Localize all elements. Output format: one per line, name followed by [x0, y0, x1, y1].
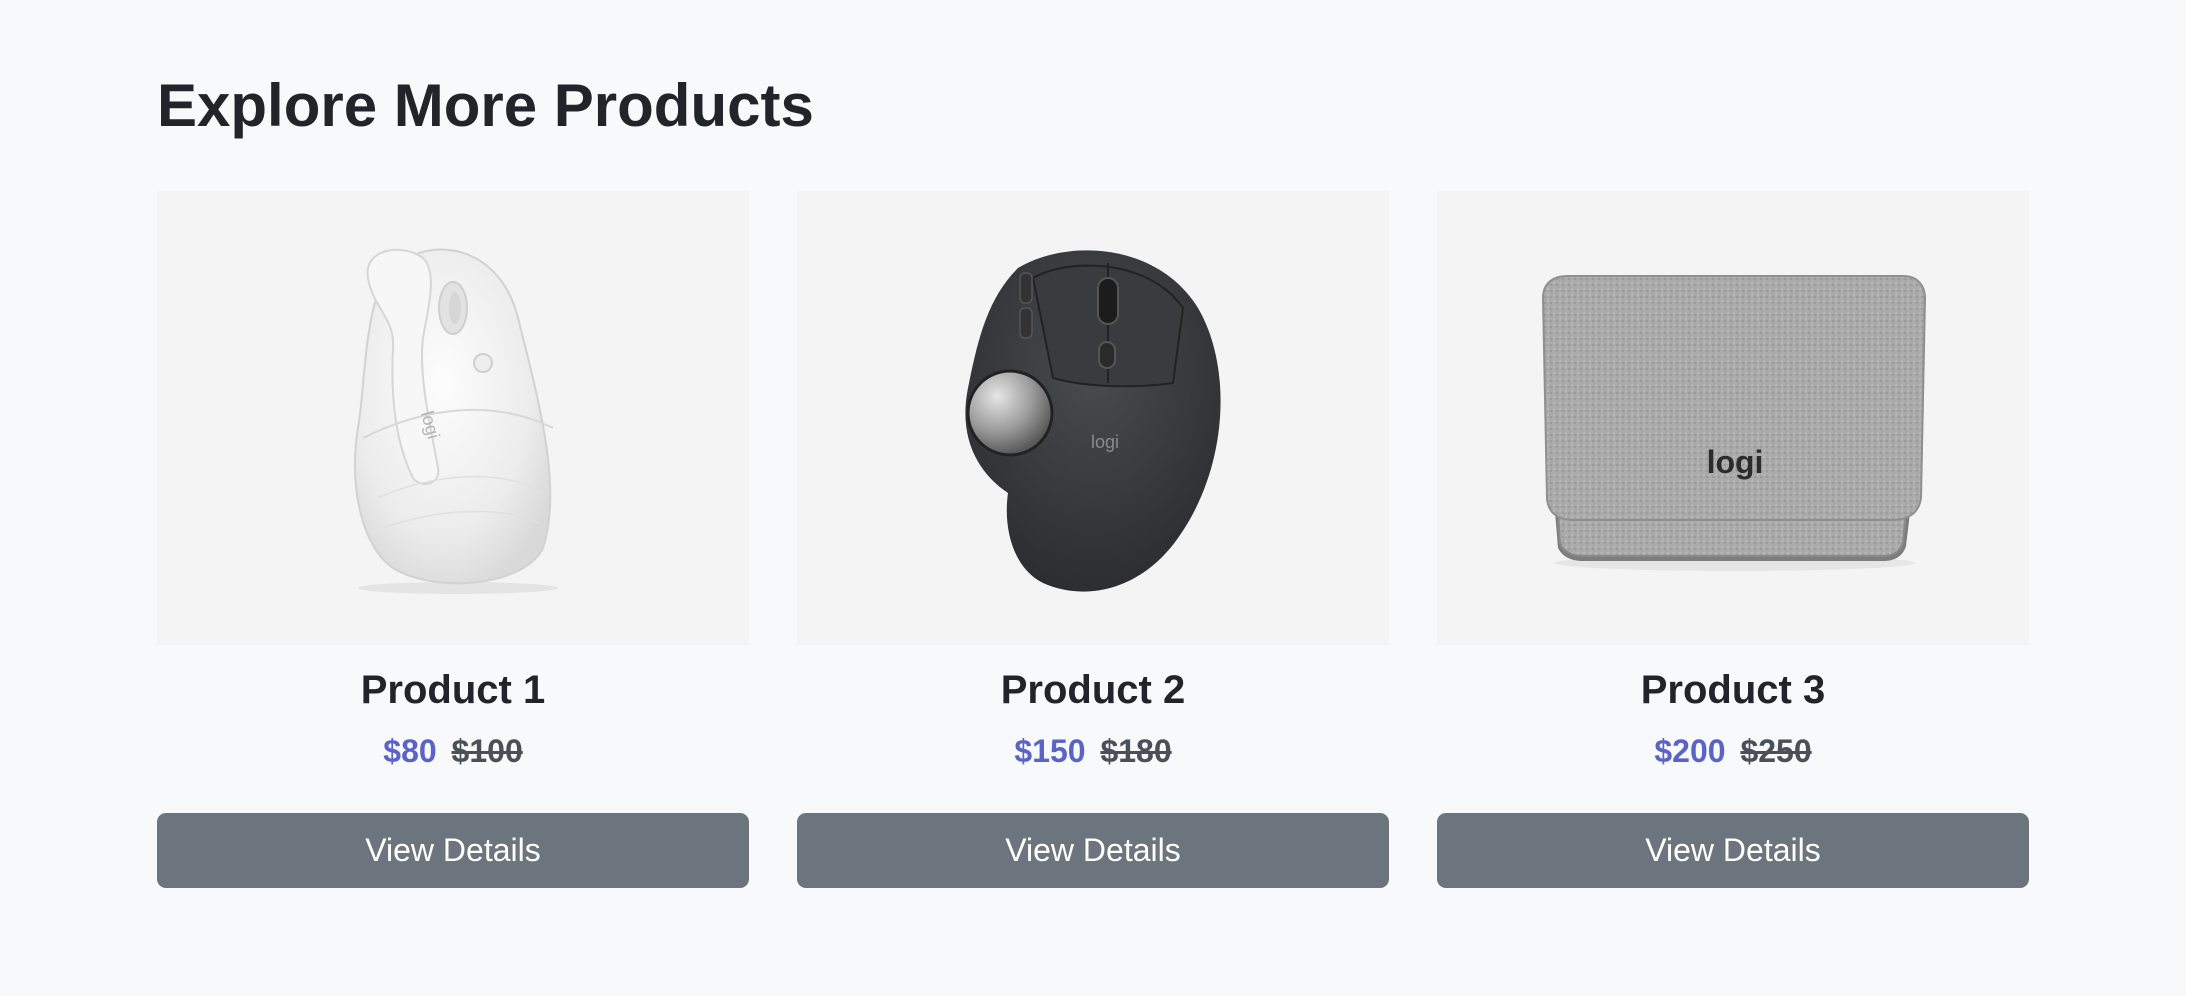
sale-price: $80	[383, 733, 437, 769]
original-price: $180	[1100, 733, 1172, 769]
sale-price: $150	[1014, 733, 1086, 769]
grey-felt-pouch-image: logi	[1541, 275, 1927, 571]
view-details-button[interactable]: View Details	[797, 813, 1389, 888]
svg-text:logi: logi	[1707, 444, 1764, 480]
price-row: $150 $180	[1014, 729, 1171, 773]
product-card-1: logi Product 1 $80 $100 View Details	[157, 191, 749, 888]
product-image-1[interactable]: logi	[157, 191, 749, 645]
product-card-3: logi Product 3 $200 $250 View Details	[1437, 191, 2029, 888]
product-card-2: logi Product 2 $150 $180 View Details	[797, 191, 1389, 888]
section-title: Explore More Products	[157, 72, 814, 139]
product-image-2[interactable]: logi	[797, 191, 1389, 645]
product-name: Product 1	[360, 668, 546, 712]
price-row: $80 $100	[383, 729, 522, 773]
sale-price: $200	[1654, 733, 1726, 769]
price-row: $200 $250	[1654, 729, 1811, 773]
view-details-button[interactable]: View Details	[157, 813, 749, 888]
product-grid: logi Product 1 $80 $100 View Details log…	[157, 191, 2029, 888]
view-details-button[interactable]: View Details	[1437, 813, 2029, 888]
original-price: $250	[1740, 733, 1812, 769]
svg-text:logi: logi	[1091, 432, 1119, 452]
product-image-3[interactable]: logi	[1437, 191, 2029, 645]
white-vertical-mouse-image: logi	[353, 248, 558, 594]
product-name: Product 3	[1640, 668, 1826, 712]
original-price: $100	[451, 733, 523, 769]
product-name: Product 2	[1000, 668, 1186, 712]
black-trackball-mouse-image: logi	[965, 250, 1221, 592]
